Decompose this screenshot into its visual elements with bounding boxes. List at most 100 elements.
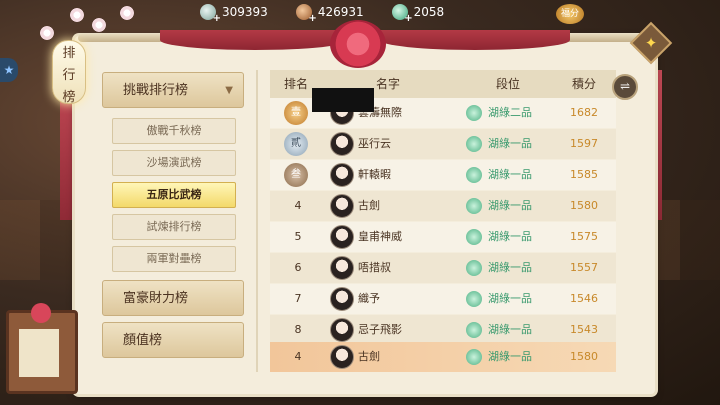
title-char: 排 [62,46,76,61]
rank-number: 8 [294,323,302,336]
resource-copper[interactable]: + 426931 [295,4,364,24]
score-value: 1557 [570,261,598,274]
rank-medal-icon: 壹 [284,101,308,125]
category-label: 富豪財力榜 [123,291,189,306]
category-label: 挑戰排行榜 [123,83,189,98]
score-value: 1682 [570,106,598,119]
rank-number: 4 [294,350,302,363]
ranking-category-menu: 挑戰排行榜 ▼ 傲戰千秋榜 沙場演武榜 五原比武榜 試煉排行榜 兩軍對壘榜 富豪… [102,72,244,372]
category-challenge[interactable]: 挑戰排行榜 ▼ [102,72,244,108]
sub-item[interactable]: 傲戰千秋榜 [112,118,236,144]
avatar[interactable] [330,225,354,249]
sort-toggle-button[interactable]: ⇌ [612,74,638,100]
tier-jade-icon [466,229,482,245]
knot-ornament [31,303,51,323]
table-row[interactable]: 5 皇甫神威 湖綠一品 1575 [270,222,616,252]
table-row[interactable]: 7 織予 湖綠一品 1546 [270,284,616,314]
player-name: 忌子飛影 [358,323,402,336]
avatar[interactable] [330,194,354,218]
shrine-note [19,329,59,377]
title-char: 榜 [62,90,76,105]
resource-value: 426931 [317,5,364,19]
tier-label: 湖綠二品 [488,106,532,119]
ranking-table: 排名 名字 段位 積分 壹雲濤無際 湖綠二品 1682 貳巫行云 湖綠一品 1597 叁軒轅… [270,70,616,372]
chevron-down-icon: ▼ [225,85,233,96]
player-name: 古劍 [358,199,380,212]
side-star-icon[interactable]: ★ [0,58,18,82]
rank-number: 5 [294,230,302,243]
rank-medal-icon: 貳 [284,132,308,156]
peony-ornament [330,20,386,68]
panel-divider [256,70,258,372]
tier-label: 湖綠一品 [488,261,532,274]
tier-jade-icon [466,198,482,214]
avatar[interactable] [330,132,354,156]
blossom-decoration [120,6,134,20]
resource-value: 2058 [413,5,445,19]
drape-left [160,30,350,50]
silver-coin-icon: + [200,4,221,24]
score-value: 1597 [570,137,598,150]
recharge-button[interactable]: 福分 [556,4,584,24]
score-value: 1580 [570,199,598,212]
page-title-plaque: 排 行 榜 [52,40,86,105]
drape-right [380,30,570,50]
tier-jade-icon [466,260,482,276]
score-value: 1575 [570,230,598,243]
avatar[interactable] [330,345,354,369]
tier-jade-icon [466,322,482,338]
tier-jade-icon [466,136,482,152]
player-name: 織予 [358,292,380,305]
tier-jade-icon [466,105,482,121]
rank-medal-icon: 叁 [284,163,308,187]
header-rank: 排名 [284,77,309,91]
tier-label: 湖綠一品 [488,292,532,305]
resource-bar: + 309393 + 426931 + 2058 [200,0,600,24]
sub-item[interactable]: 兩軍對壘榜 [112,246,236,272]
table-row[interactable]: 8 忌子飛影 湖綠一品 1543 [270,315,616,345]
avatar[interactable] [330,163,354,187]
table-row[interactable]: 6 唔措叔 湖綠一品 1557 [270,253,616,283]
table-row[interactable]: 貳 巫行云 湖綠一品 1597 [270,129,616,159]
player-name: 古劍 [358,350,380,363]
sub-item[interactable]: 試煉排行榜 [112,214,236,240]
tier-jade-icon [466,349,482,365]
self-rank-row[interactable]: 4 古劍 湖綠一品 1580 [270,342,616,372]
tier-label: 湖綠一品 [488,230,532,243]
category-label: 顏值榜 [123,333,163,348]
resource-jade[interactable]: + 2058 [391,4,445,24]
shrine-decoration [6,303,78,394]
category-wealth[interactable]: 富豪財力榜 [102,280,244,316]
tier-label: 湖綠一品 [488,137,532,150]
rank-number: 7 [294,292,302,305]
blossom-decoration [40,26,54,40]
table-row[interactable]: 叁 軒轅暇 湖綠一品 1585 [270,160,616,190]
score-value: 1585 [570,168,598,181]
header-name: 名字 [376,77,401,91]
score-value: 1543 [570,323,598,336]
blossom-decoration [70,8,84,22]
star-icon: ✦ [644,34,658,52]
avatar[interactable] [330,256,354,280]
rank-number: 6 [294,261,302,274]
tier-label: 湖綠一品 [488,168,532,181]
player-name: 巫行云 [358,137,391,150]
jade-coin-icon: + [391,4,413,24]
table-row[interactable]: 4 古劍 湖綠一品 1580 [270,191,616,221]
sub-item[interactable]: 沙場演武榜 [112,150,236,176]
rank-number: 4 [294,199,302,212]
category-appearance[interactable]: 顏值榜 [102,322,244,358]
player-name: 皇甫神威 [358,230,402,243]
tier-jade-icon [466,291,482,307]
tier-label: 湖綠一品 [488,323,532,336]
avatar[interactable] [330,287,354,311]
header-tier: 段位 [496,77,521,91]
score-value: 1580 [570,350,598,363]
player-name: 唔措叔 [358,261,391,274]
tier-label: 湖綠一品 [488,199,532,212]
tier-jade-icon [466,167,482,183]
avatar[interactable] [330,318,354,342]
resource-silver[interactable]: + 309393 [200,4,268,24]
resource-value: 309393 [222,5,268,19]
sub-item-active[interactable]: 五原比武榜 [112,182,236,208]
